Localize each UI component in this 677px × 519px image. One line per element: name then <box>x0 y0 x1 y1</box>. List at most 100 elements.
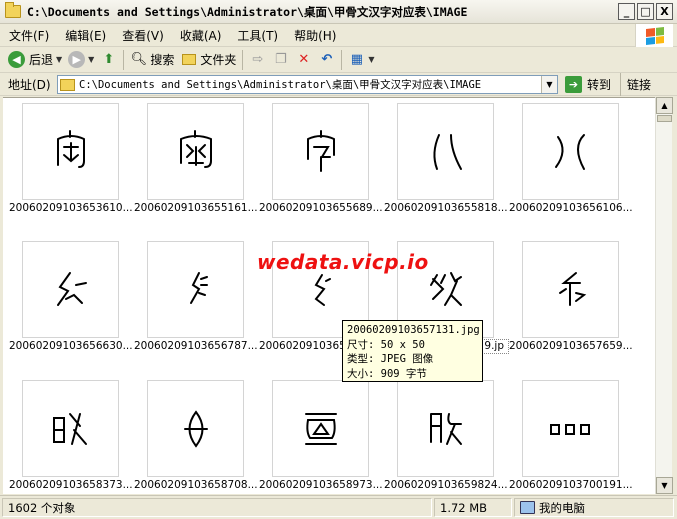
up-folder-icon: ⬆ <box>103 52 115 67</box>
move-to-button[interactable]: ⇨ <box>246 49 269 71</box>
file-label[interactable]: 20060209103658973... <box>259 479 384 491</box>
toolbar-divider <box>341 49 343 70</box>
forward-dropdown-icon[interactable]: ▼ <box>88 55 94 64</box>
copy-to-icon: ❐ <box>275 52 287 67</box>
search-button[interactable]: 🔍︎ 搜索 <box>127 49 177 71</box>
views-dropdown-icon[interactable]: ▼ <box>368 55 374 64</box>
window-title: C:\Documents and Settings\Administrator\… <box>27 4 468 19</box>
address-label: 地址(D) <box>8 77 51 92</box>
file-info-tooltip: 20060209103657131.jpg 尺寸: 50 x 50 类型: JP… <box>342 320 483 382</box>
windows-logo-icon <box>635 24 673 47</box>
oracle-glyph-icon <box>56 129 85 168</box>
file-label[interactable]: 20060209103700191... <box>509 479 634 491</box>
file-label[interactable]: 20060209103656106... <box>509 202 634 214</box>
back-button[interactable]: ◀ 后退 ▼ <box>5 49 65 71</box>
file-label[interactable]: 20060209103655818... <box>384 202 509 214</box>
oracle-glyph-icon <box>429 412 462 445</box>
status-count-text: 1602 个对象 <box>8 500 76 515</box>
menu-help[interactable]: 帮助(H) <box>286 27 344 44</box>
status-object-count: 1602 个对象 <box>2 498 432 517</box>
file-thumbnail[interactable] <box>397 380 494 477</box>
file-thumbnail[interactable] <box>522 103 619 200</box>
file-thumbnail[interactable] <box>147 380 244 477</box>
file-label[interactable]: 20060209103656787... <box>134 340 259 352</box>
file-label[interactable]: 20060209103659824... <box>384 479 509 491</box>
oracle-glyph-icon <box>183 409 208 448</box>
oracle-glyph-icon <box>549 423 590 435</box>
menu-favorites[interactable]: 收藏(A) <box>172 27 230 44</box>
minimize-button[interactable]: _ <box>618 3 635 20</box>
links-button[interactable]: 链接 <box>620 73 651 96</box>
tooltip-filesize: 大小: 909 字节 <box>347 367 427 380</box>
scroll-up-button[interactable]: ▲ <box>656 97 673 114</box>
file-label[interactable]: 20060209103653610... <box>9 202 134 214</box>
scroll-down-button[interactable]: ▼ <box>656 477 673 494</box>
file-label[interactable]: 20060209103657659... <box>509 340 634 352</box>
file-label[interactable]: 20060209103658373... <box>9 479 134 491</box>
menu-tools[interactable]: 工具(T) <box>229 27 286 44</box>
file-thumbnail[interactable] <box>22 103 119 200</box>
my-computer-icon <box>520 501 535 514</box>
vertical-scrollbar[interactable]: ▲ ▼ <box>655 97 673 494</box>
delete-icon: ✕ <box>298 52 310 67</box>
up-folder-button[interactable]: ⬆ <box>97 49 120 71</box>
oracle-glyph-icon <box>558 271 586 306</box>
file-thumbnail[interactable] <box>147 241 244 338</box>
file-label[interactable]: 20060209103658708... <box>134 479 259 491</box>
menu-edit[interactable]: 编辑(E) <box>57 27 114 44</box>
menu-bar: 文件(F) 编辑(E) 查看(V) 收藏(A) 工具(T) 帮助(H) <box>0 24 677 47</box>
folders-icon <box>180 51 197 68</box>
folder-icon <box>5 2 21 18</box>
status-size-text: 1.72 MB <box>440 500 488 515</box>
file-thumbnail[interactable] <box>397 103 494 200</box>
status-location: 我的电脑 <box>514 498 674 517</box>
file-thumbnail[interactable] <box>22 241 119 338</box>
undo-button[interactable]: ↶ <box>315 49 338 71</box>
file-label[interactable]: 20060209103655161... <box>134 202 259 214</box>
search-icon: 🔍︎ <box>130 52 148 67</box>
scroll-thumb[interactable] <box>657 115 672 122</box>
forward-button[interactable]: ▶ ▼ <box>65 49 97 71</box>
maximize-button[interactable]: □ <box>637 3 654 20</box>
oracle-glyph-icon <box>304 412 337 445</box>
status-size: 1.72 MB <box>434 498 512 517</box>
menu-view[interactable]: 查看(V) <box>114 27 172 44</box>
file-thumbnail[interactable] <box>522 380 619 477</box>
window-controls: _ □ X <box>618 3 673 20</box>
file-label[interactable]: 20060209103656630... <box>9 340 134 352</box>
file-thumbnail[interactable] <box>22 380 119 477</box>
address-value: C:\Documents and Settings\Administrator\… <box>79 79 482 91</box>
file-view[interactable]: 20060209103653610... 20060209103655161..… <box>3 97 655 494</box>
file-label[interactable]: 20060209103655689... <box>259 202 384 214</box>
tooltip-type: 类型: JPEG 图像 <box>347 353 434 365</box>
close-button[interactable]: X <box>656 3 673 20</box>
oracle-glyph-icon <box>432 133 462 170</box>
file-thumbnail[interactable] <box>522 241 619 338</box>
delete-button[interactable]: ✕ <box>292 49 315 71</box>
file-thumbnail[interactable] <box>272 103 369 200</box>
tooltip-filename: 20060209103657131.jpg <box>347 324 480 336</box>
undo-icon: ↶ <box>321 52 333 67</box>
menu-file[interactable]: 文件(F) <box>0 27 57 44</box>
status-location-text: 我的电脑 <box>539 500 585 515</box>
address-input[interactable]: C:\Documents and Settings\Administrator\… <box>57 75 558 94</box>
oracle-glyph-icon <box>56 271 87 306</box>
file-thumbnail[interactable] <box>147 103 244 200</box>
views-button[interactable]: ▦ ▼ <box>345 49 377 71</box>
oracle-glyph-icon <box>189 271 208 304</box>
oracle-glyph-icon <box>554 133 585 170</box>
folders-button[interactable]: 文件夹 <box>177 49 239 71</box>
tooltip-dimensions: 尺寸: 50 x 50 <box>347 338 425 351</box>
back-dropdown-icon[interactable]: ▼ <box>56 55 62 64</box>
address-dropdown-icon[interactable]: ▼ <box>541 76 557 93</box>
back-arrow-icon: ◀ <box>8 51 25 68</box>
copy-to-button[interactable]: ❐ <box>269 49 292 71</box>
go-button[interactable]: ➔ 转到 <box>565 75 611 94</box>
watermark-text: wedata.vicp.io <box>257 250 429 274</box>
oracle-glyph-icon <box>306 129 335 172</box>
title-bar: C:\Documents and Settings\Administrator\… <box>0 0 677 24</box>
go-arrow-icon: ➔ <box>565 76 582 93</box>
status-bar: 1602 个对象 1.72 MB 我的电脑 <box>0 495 677 519</box>
file-thumbnail[interactable] <box>272 380 369 477</box>
go-label: 转到 <box>587 78 612 92</box>
